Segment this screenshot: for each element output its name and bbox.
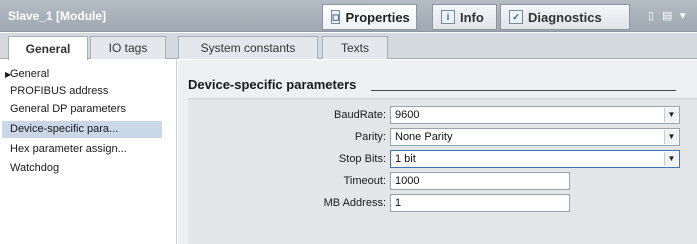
tab-io-tags-label: IO tags [108, 41, 148, 55]
nav-item-profibus-address[interactable]: PROFIBUS address [2, 83, 162, 100]
window-titlebar: Slave_1 [Module] ◻ Properties i Info ✓ D… [0, 0, 697, 32]
mbaddress-input[interactable]: 1 [390, 194, 570, 212]
tab-general[interactable]: General [8, 36, 88, 60]
content-area: Device-specific parameters BaudRate: 960… [178, 60, 697, 244]
chevron-down-icon[interactable]: ▼ [664, 108, 678, 122]
parity-value: None Parity [395, 131, 453, 143]
tab-info[interactable]: i Info [432, 4, 497, 30]
tab-properties[interactable]: ◻ Properties [322, 4, 417, 30]
tab-io-tags[interactable]: IO tags [90, 36, 166, 59]
stopbits-label: Stop Bits: [338, 153, 386, 165]
tab-system-constants[interactable]: System constants [178, 36, 318, 59]
mbaddress-label: MB Address: [323, 197, 386, 209]
chevron-right-icon[interactable]: ▶ [5, 66, 11, 83]
chevron-down-icon[interactable]: ▼ [664, 152, 678, 166]
baudrate-label: BaudRate: [334, 109, 386, 121]
info-icon: i [441, 10, 455, 24]
parity-label: Parity: [354, 131, 386, 143]
properties-icon: ◻ [331, 10, 341, 24]
diagnostics-icon: ✓ [509, 10, 523, 24]
nav-item-label: General [10, 68, 50, 80]
tab-texts[interactable]: Texts [322, 36, 388, 59]
section-divider [371, 90, 676, 91]
nav-item-label: Watchdog [10, 162, 60, 174]
restore-icon[interactable]: ▯ [648, 9, 654, 22]
timeout-input[interactable]: 1000 [390, 172, 570, 190]
baudrate-value: 9600 [395, 109, 420, 121]
chevron-down-icon[interactable]: ▼ [664, 130, 678, 144]
timeout-label: Timeout: [343, 175, 386, 187]
tab-diagnostics[interactable]: ✓ Diagnostics [500, 4, 630, 30]
stopbits-select[interactable]: 1 bit ▼ [390, 150, 680, 168]
parity-select[interactable]: None Parity ▼ [390, 128, 680, 146]
baudrate-select[interactable]: 9600 ▼ [390, 106, 680, 124]
parameters-panel: BaudRate: 9600 ▼ Parity: None Parity ▼ S… [188, 98, 697, 244]
tab-properties-label: Properties [345, 9, 410, 25]
menu-icon[interactable]: ▤ [662, 9, 672, 22]
chevron-down-icon[interactable]: ▾ [680, 9, 686, 22]
tab-general-label: General [25, 41, 71, 56]
section-title: Device-specific parameters [188, 77, 357, 92]
tab-diagnostics-label: Diagnostics [528, 9, 602, 25]
property-nav: ▶ General PROFIBUS address General DP pa… [0, 60, 177, 244]
stopbits-value: 1 bit [395, 153, 416, 165]
mbaddress-value: 1 [395, 197, 402, 209]
tab-info-label: Info [460, 9, 484, 25]
nav-item-hex-parameter-assignment[interactable]: Hex parameter assign... [2, 141, 162, 158]
window-title: Slave_1 [Module] [8, 9, 107, 23]
nav-item-general-dp-parameters[interactable]: General DP parameters [2, 101, 162, 118]
nav-item-label: PROFIBUS address [10, 85, 109, 97]
tab-system-constants-label: System constants [200, 41, 296, 55]
tab-texts-label: Texts [340, 41, 369, 55]
subtab-bar: General IO tags System constants Texts [0, 33, 697, 60]
nav-item-general[interactable]: ▶ General [2, 66, 162, 83]
nav-item-device-specific-parameters[interactable]: Device-specific para... [2, 121, 162, 138]
nav-item-label: General DP parameters [10, 103, 126, 115]
timeout-value: 1000 [395, 175, 420, 187]
nav-item-label: Hex parameter assign... [10, 143, 127, 155]
nav-item-label: Device-specific para... [10, 123, 119, 135]
nav-item-watchdog[interactable]: Watchdog [2, 160, 162, 177]
